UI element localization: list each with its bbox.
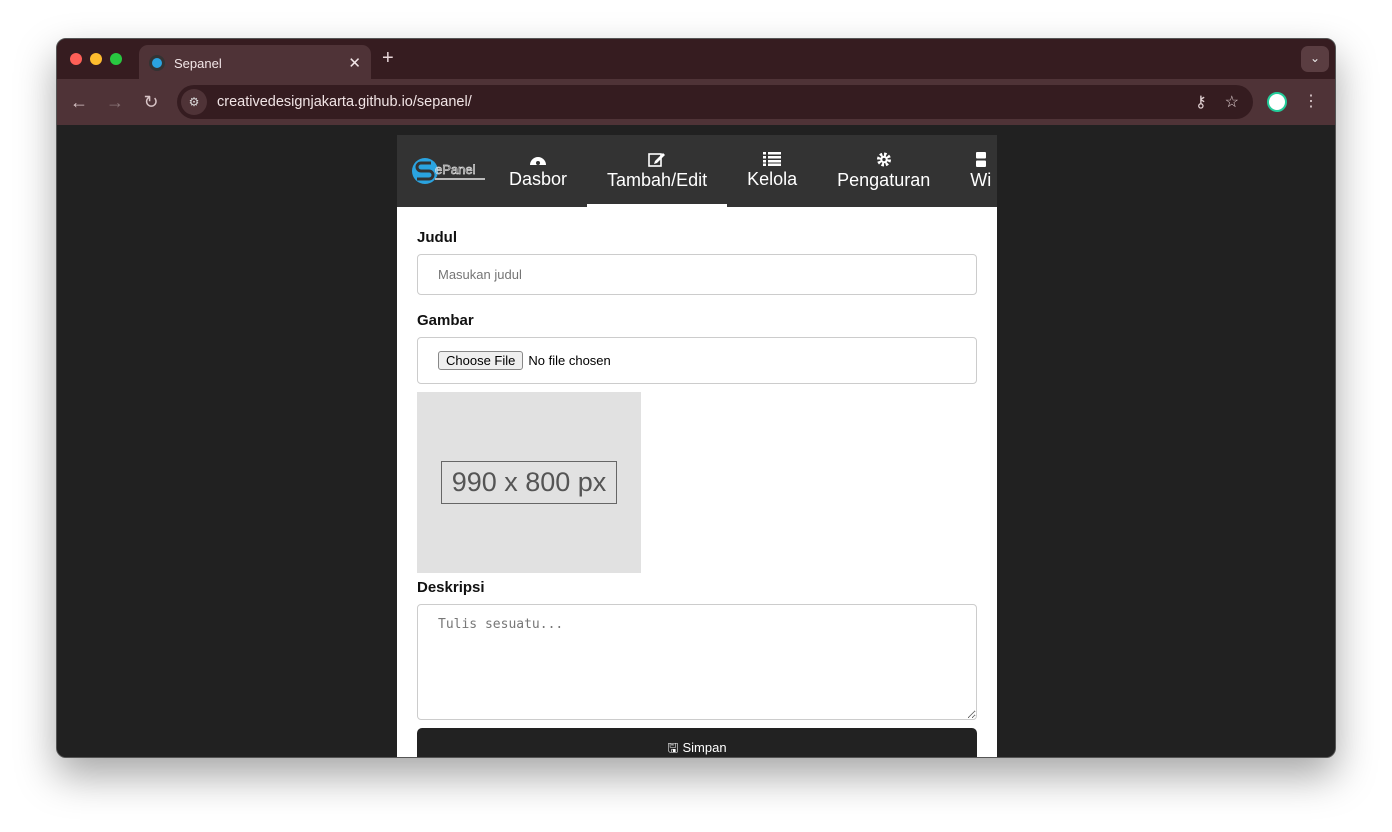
tab-title: Sepanel [174, 55, 222, 71]
choose-file-button[interactable]: Choose File [438, 351, 524, 370]
menu-item-dasbor[interactable]: Dasbor [489, 135, 587, 207]
bookmark-star-icon[interactable]: ☆ [1225, 92, 1239, 112]
top-menu: ePanel Dasbor Tambah/Edit Kelola Pengatu… [397, 135, 997, 207]
deskripsi-label: Deskripsi [417, 579, 485, 596]
forward-icon[interactable]: → [97, 92, 133, 113]
image-preview: 990 x 800 px [417, 392, 641, 573]
judul-label: Judul [417, 229, 457, 246]
menu-label: Dasbor [509, 169, 568, 189]
address-bar[interactable]: ⚙ creativedesignjakarta.github.io/sepane… [177, 85, 1253, 119]
file-status: No file chosen [528, 353, 611, 368]
url-text[interactable]: creativedesignjakarta.github.io/sepanel/ [217, 94, 472, 110]
menu-kebab-icon[interactable]: ⋮ [1303, 91, 1319, 111]
maximize-window-button[interactable] [110, 53, 122, 65]
simpan-button[interactable]: 🖫 Simpan [417, 728, 977, 757]
menu-label: Tambah/Edit [607, 169, 708, 190]
browser-toolbar: ← → ↻ ⚙ creativedesignjakarta.github.io/… [57, 79, 1335, 125]
browser-window: Sepanel ✕ + ⌄ ← → ↻ ⚙ creativedesignjaka… [56, 38, 1336, 758]
reload-icon[interactable]: ↻ [133, 92, 169, 113]
menu-label: Pengaturan [837, 169, 931, 190]
menu-item-kelola[interactable]: Kelola [727, 135, 817, 207]
save-floppy-icon: 🖫 [667, 740, 679, 755]
back-icon[interactable]: ← [61, 92, 97, 113]
widget-icon [975, 151, 986, 167]
gambar-file-input[interactable]: Choose File No file chosen [417, 337, 977, 384]
menu-item-pengaturan[interactable]: Pengaturan [817, 135, 950, 207]
list-icon [763, 152, 782, 166]
svg-text:ePanel: ePanel [435, 162, 476, 177]
post-form: Judul Gambar Choose File No file chosen … [397, 207, 997, 747]
close-tab-icon[interactable]: ✕ [348, 54, 361, 72]
minimize-window-button[interactable] [90, 53, 102, 65]
browser-tab[interactable]: Sepanel ✕ [139, 45, 371, 81]
deskripsi-textarea[interactable] [417, 604, 977, 720]
menu-item-tambah-edit[interactable]: Tambah/Edit [587, 135, 728, 207]
tab-search-chevron-icon[interactable]: ⌄ [1301, 46, 1329, 72]
app-panel: ePanel Dasbor Tambah/Edit Kelola Pengatu… [397, 135, 997, 757]
extension-icon[interactable] [1267, 92, 1287, 112]
favicon-icon [149, 55, 165, 71]
image-placeholder-text: 990 x 800 px [440, 461, 618, 504]
gambar-label: Gambar [417, 312, 474, 329]
tab-bar: Sepanel ✕ + ⌄ [57, 39, 1335, 81]
menu-item-widget[interactable]: Wi [950, 135, 997, 207]
sepanel-logo[interactable]: ePanel [397, 135, 489, 207]
dashboard-icon [530, 157, 547, 165]
menu-label: Wi [970, 169, 992, 190]
close-window-button[interactable] [70, 53, 82, 65]
page-viewport: ePanel Dasbor Tambah/Edit Kelola Pengatu… [57, 125, 1335, 757]
new-tab-button[interactable]: + [382, 47, 394, 70]
menu-label: Kelola [747, 169, 798, 189]
edit-icon [648, 152, 666, 167]
password-key-icon[interactable]: ⚷ [1195, 92, 1207, 112]
gear-icon [876, 151, 891, 167]
save-label: Simpan [682, 740, 727, 755]
site-settings-icon[interactable]: ⚙ [181, 89, 207, 115]
judul-input[interactable] [417, 254, 977, 295]
